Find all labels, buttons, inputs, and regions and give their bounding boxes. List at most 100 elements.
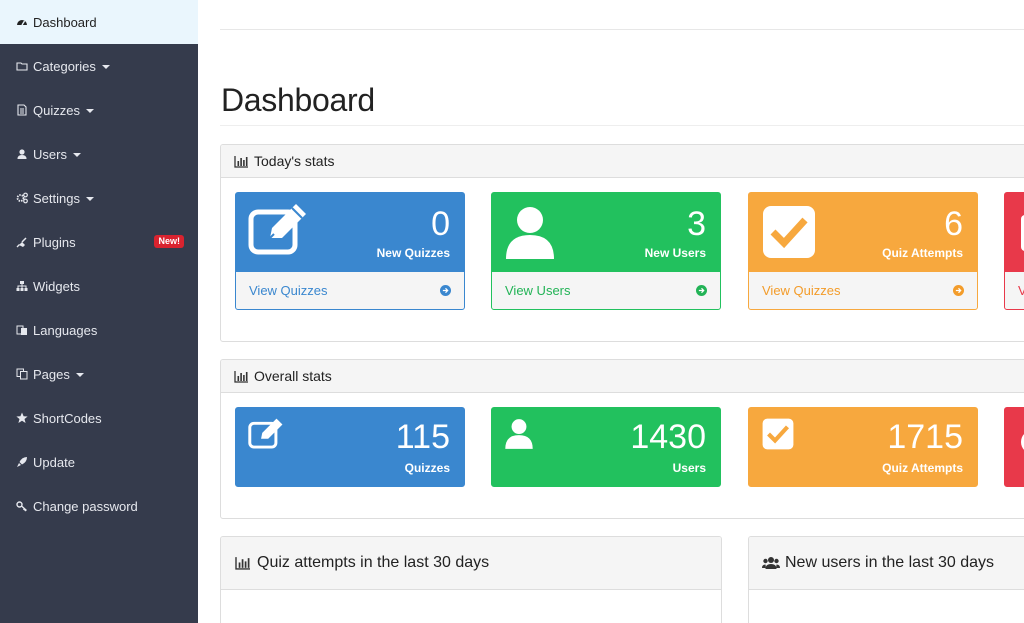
chevron-down-icon — [85, 108, 94, 113]
sitemap-icon — [15, 280, 28, 293]
user-icon — [504, 418, 534, 455]
sidebar-item-label: Languages — [33, 322, 98, 338]
rocket-icon — [15, 456, 28, 469]
check-square-icon — [762, 205, 816, 264]
folder-icon — [15, 60, 28, 73]
edit-icon — [248, 418, 286, 455]
stat-value: 6 — [944, 205, 963, 243]
sidebar-item-plugins[interactable]: Plugins New! — [0, 220, 198, 264]
stat-box-top: 3 New Users — [492, 193, 720, 273]
edit-icon — [248, 204, 312, 261]
stat-value: 0 — [431, 205, 450, 243]
plug-icon — [15, 236, 28, 249]
cut-off-icon — [1019, 428, 1024, 463]
bar-chart-icon — [234, 370, 249, 383]
stat-label: New Quizzes — [376, 246, 450, 260]
bar-chart-icon — [234, 556, 252, 570]
new-users-chart-panel: New users in the last 30 days — [748, 536, 1024, 623]
panel-title: Quiz attempts in the last 30 days — [257, 554, 490, 571]
chevron-down-icon — [75, 372, 84, 377]
view-link-cut-off[interactable]: V — [1005, 272, 1024, 309]
footer-link-text: View Quizzes — [249, 283, 328, 298]
panel-heading: Today's stats — [221, 145, 1024, 178]
footer-link-text: View Quizzes — [762, 283, 841, 298]
stat-value: 3 — [687, 205, 706, 243]
view-quizzes-link[interactable]: View Quizzes — [236, 272, 464, 309]
sidebar-item-label: Quizzes — [33, 102, 80, 118]
chevron-down-icon — [85, 196, 94, 201]
language-icon — [15, 324, 28, 337]
stat-box-cut-off — [1004, 407, 1024, 487]
sidebar-item-widgets[interactable]: Widgets — [0, 264, 198, 308]
sidebar-item-pages[interactable]: Pages — [0, 352, 198, 396]
top-divider — [220, 29, 1024, 30]
stat-box-new-users: 3 New Users View Users — [491, 192, 721, 310]
sidebar-item-settings[interactable]: Settings — [0, 176, 198, 220]
arrow-circle-right-icon — [440, 285, 451, 296]
stat-box-quiz-attempts: 6 Quiz Attempts View Quizzes — [748, 192, 978, 310]
check-square-icon — [762, 418, 794, 455]
users-icon — [762, 556, 780, 570]
sidebar-item-users[interactable]: Users — [0, 132, 198, 176]
sidebar-item-languages[interactable]: Languages — [0, 308, 198, 352]
sidebar-item-update[interactable]: Update — [0, 440, 198, 484]
footer-link-text: V — [1018, 283, 1024, 298]
gears-icon — [15, 192, 28, 205]
stat-box-quizzes-total: 115 Quizzes — [235, 407, 465, 487]
sidebar-item-quizzes[interactable]: Quizzes — [0, 88, 198, 132]
sidebar-item-label: Categories — [33, 58, 96, 74]
copy-icon — [15, 368, 28, 381]
panel-heading: New users in the last 30 days — [749, 537, 1024, 590]
stat-label: Quiz Attempts — [882, 461, 963, 475]
stat-label: Quiz Attempts — [882, 246, 963, 260]
sidebar-item-label: ShortCodes — [33, 410, 102, 426]
stat-label: New Users — [644, 246, 706, 260]
sidebar-item-dashboard[interactable]: Dashboard — [0, 0, 198, 44]
view-users-link[interactable]: View Users — [492, 272, 720, 309]
key-icon — [15, 500, 28, 513]
panel-heading: Quiz attempts in the last 30 days — [221, 537, 721, 590]
new-badge: New! — [154, 235, 184, 248]
sidebar-item-label: Change password — [33, 498, 138, 514]
stat-label: Quizzes — [404, 461, 450, 475]
stat-box-top — [1005, 193, 1024, 273]
sidebar-item-label: Settings — [33, 190, 80, 206]
user-icon — [504, 205, 556, 266]
sidebar: Dashboard Categories Quizzes Users Setti… — [0, 0, 198, 623]
sidebar-item-label: Dashboard — [33, 14, 97, 30]
stat-value: 115 — [395, 418, 450, 456]
sidebar-item-shortcodes[interactable]: ShortCodes — [0, 396, 198, 440]
arrow-circle-right-icon — [696, 285, 707, 296]
sidebar-item-label: Pages — [33, 366, 70, 382]
app-root: Dashboard Categories Quizzes Users Setti… — [0, 0, 1024, 623]
sidebar-item-label: Widgets — [33, 278, 80, 294]
title-divider — [220, 125, 1024, 126]
stat-value: 1430 — [630, 418, 706, 456]
stat-label: Users — [672, 461, 706, 475]
sidebar-item-categories[interactable]: Categories — [0, 44, 198, 88]
panel-title: Today's stats — [254, 153, 335, 169]
footer-link-text: View Users — [505, 283, 571, 298]
sidebar-item-label: Plugins — [33, 234, 76, 250]
stat-value: 1715 — [887, 418, 963, 456]
bar-chart-icon — [234, 155, 249, 168]
panel-title: Overall stats — [254, 368, 332, 384]
stat-box-cut-off: V — [1004, 192, 1024, 310]
panel-title: New users in the last 30 days — [785, 554, 994, 571]
sidebar-item-change-password[interactable]: Change password — [0, 484, 198, 528]
chevron-down-icon — [101, 64, 110, 69]
stat-box-new-quizzes: 0 New Quizzes View Quizzes — [235, 192, 465, 310]
chevron-down-icon — [72, 152, 81, 157]
quiz-attempts-chart-panel: Quiz attempts in the last 30 days — [220, 536, 722, 623]
file-icon — [15, 104, 28, 117]
view-quizzes-link[interactable]: View Quizzes — [749, 272, 977, 309]
sidebar-item-label: Users — [33, 146, 67, 162]
cut-off-icon — [1019, 213, 1024, 258]
stat-box-quiz-attempts-total: 1715 Quiz Attempts — [748, 407, 978, 487]
stat-box-top: 0 New Quizzes — [236, 193, 464, 273]
star-icon — [15, 412, 28, 425]
arrow-circle-right-icon — [953, 285, 964, 296]
panel-heading: Overall stats — [221, 360, 1024, 393]
stat-box-top: 6 Quiz Attempts — [749, 193, 977, 273]
sidebar-item-label: Update — [33, 454, 75, 470]
